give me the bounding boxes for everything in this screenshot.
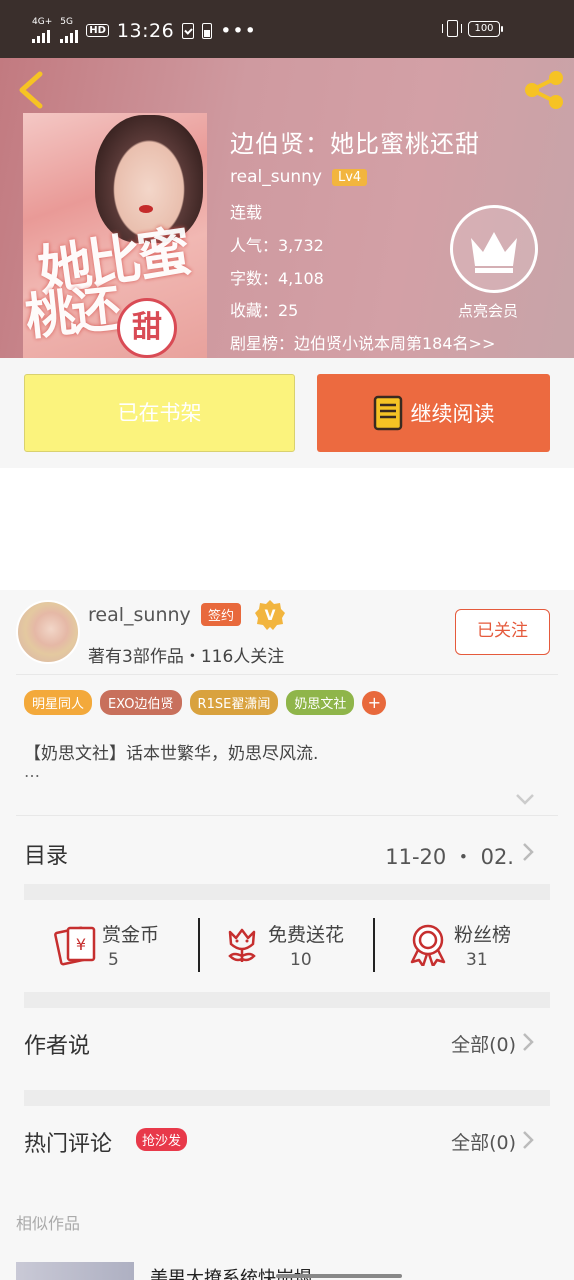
- add-tag-button[interactable]: +: [362, 690, 387, 715]
- clock: 13:26: [116, 19, 175, 42]
- in-bookshelf-button[interactable]: 已在书架: [24, 374, 295, 452]
- followed-button[interactable]: 已关注: [455, 609, 550, 655]
- level-badge: Lv4: [331, 168, 368, 186]
- section-divider: [24, 884, 550, 900]
- avatar[interactable]: [16, 600, 80, 664]
- hot-comments-row[interactable]: 热门评论 全部(0): [0, 1106, 574, 1186]
- crown-icon: [471, 232, 517, 273]
- book-header: 她比蜜 桃还 甜 边伯贤：她比蜜桃还甜 real_sunny Lv4 连载 人气…: [0, 58, 574, 358]
- author-name[interactable]: real_sunny: [88, 604, 191, 626]
- book-icon: [373, 395, 402, 431]
- stat-label: 粉丝榜: [454, 924, 512, 946]
- status-bar: 4G+ 5G HD 13:26 ••• 100: [0, 0, 574, 58]
- similar-book-cover[interactable]: [16, 1262, 134, 1280]
- catalog-date: 11-20 ・ 02.: [385, 845, 514, 869]
- chevron-right-icon: [523, 1131, 534, 1149]
- section-divider: [24, 992, 550, 1008]
- serial-status: 连载: [230, 203, 263, 222]
- stat-value: 31: [466, 950, 488, 970]
- ranking-link[interactable]: 剧星榜：边伯贤小说本周第184名>>: [230, 330, 495, 354]
- first-comment-badge[interactable]: 抢沙发: [136, 1128, 188, 1151]
- svg-text:V: V: [265, 608, 276, 624]
- vip-label[interactable]: 点亮会员: [458, 300, 518, 321]
- continue-reading-label: 继续阅读: [410, 402, 495, 426]
- stat-label: 赏金币: [102, 924, 160, 946]
- back-arrow-icon[interactable]: [16, 70, 46, 110]
- continue-reading-button[interactable]: 继续阅读: [317, 374, 550, 452]
- scroll-indicator: [276, 1274, 402, 1278]
- author-says-row[interactable]: 作者说 全部(0): [0, 1008, 574, 1090]
- author-summary: 著有3部作品・116人关注: [88, 647, 285, 667]
- battery-saver-icon: [202, 22, 213, 39]
- tag-item[interactable]: 明星同人: [24, 690, 93, 715]
- tag-item[interactable]: 奶思文社: [286, 690, 355, 715]
- author-says-label: 作者说: [24, 1034, 91, 1059]
- medal-icon: [410, 924, 446, 966]
- catalog-label: 目录: [24, 844, 69, 869]
- cover-title-2: 桃还: [23, 278, 121, 347]
- divider: [16, 674, 558, 675]
- stat-value: 5: [108, 950, 119, 970]
- section-divider: [24, 1090, 550, 1106]
- support-stats: ¥ 赏金币 5 免费送花 10 粉丝榜 31: [0, 900, 574, 992]
- blank-area: [0, 468, 574, 590]
- stat-label: 免费送花: [268, 924, 345, 946]
- chevron-right-icon: [523, 1033, 534, 1051]
- red-envelope-icon: ¥: [54, 926, 96, 966]
- intro-ellipsis: …: [24, 762, 41, 781]
- word-count: 字数：4,108: [230, 269, 324, 288]
- popularity: 人气：3,732: [230, 236, 324, 255]
- hd-icon: HD: [86, 24, 109, 37]
- action-bar: 已在书架 继续阅读: [0, 358, 574, 468]
- author-says-all: 全部(0): [451, 1034, 516, 1056]
- signal-5g-icon: 5G: [60, 18, 79, 43]
- book-intro: 【奶思文社】话本世繁华，奶思尽风流.: [24, 744, 319, 764]
- battery-icon: 100: [468, 20, 503, 37]
- cover-circle-char: 甜: [117, 298, 177, 358]
- signed-badge: 签约: [201, 603, 242, 626]
- signal-4g-icon: 4G+: [32, 18, 52, 43]
- clipboard-check-icon: [182, 22, 195, 39]
- tag-item[interactable]: EXO边伯贤: [100, 690, 182, 715]
- tag-list: 明星同人 EXO边伯贤 R1SE翟潇闻 奶思文社 +: [24, 690, 387, 715]
- book-author[interactable]: real_sunny: [230, 167, 322, 187]
- similar-works-heading: 相似作品: [16, 1214, 81, 1233]
- hot-comments-all: 全部(0): [451, 1132, 516, 1154]
- author-card: real_sunny 签约 V 著有3部作品・116人关注 已关注 明星同人 E…: [0, 590, 574, 816]
- svg-text:¥: ¥: [76, 935, 86, 954]
- hot-comments-label: 热门评论: [24, 1132, 113, 1157]
- book-cover[interactable]: 她比蜜 桃还 甜: [23, 113, 207, 358]
- catalog-row[interactable]: 目录 11-20 ・ 02.: [0, 816, 574, 884]
- tag-item[interactable]: R1SE翟潇闻: [189, 690, 279, 715]
- chevron-right-icon: [523, 843, 534, 861]
- stat-value: 10: [290, 950, 312, 970]
- book-title: 边伯贤：她比蜜桃还甜: [230, 130, 480, 158]
- vibrate-icon: [442, 20, 462, 37]
- more-notifications-icon: •••: [220, 19, 257, 42]
- favorites-count: 收藏：25: [230, 301, 299, 320]
- share-icon[interactable]: [522, 70, 566, 110]
- flower-icon: [228, 928, 256, 962]
- chevron-down-icon[interactable]: [514, 792, 536, 806]
- vip-crown-button[interactable]: [450, 205, 538, 293]
- verified-v-icon: V: [255, 600, 285, 630]
